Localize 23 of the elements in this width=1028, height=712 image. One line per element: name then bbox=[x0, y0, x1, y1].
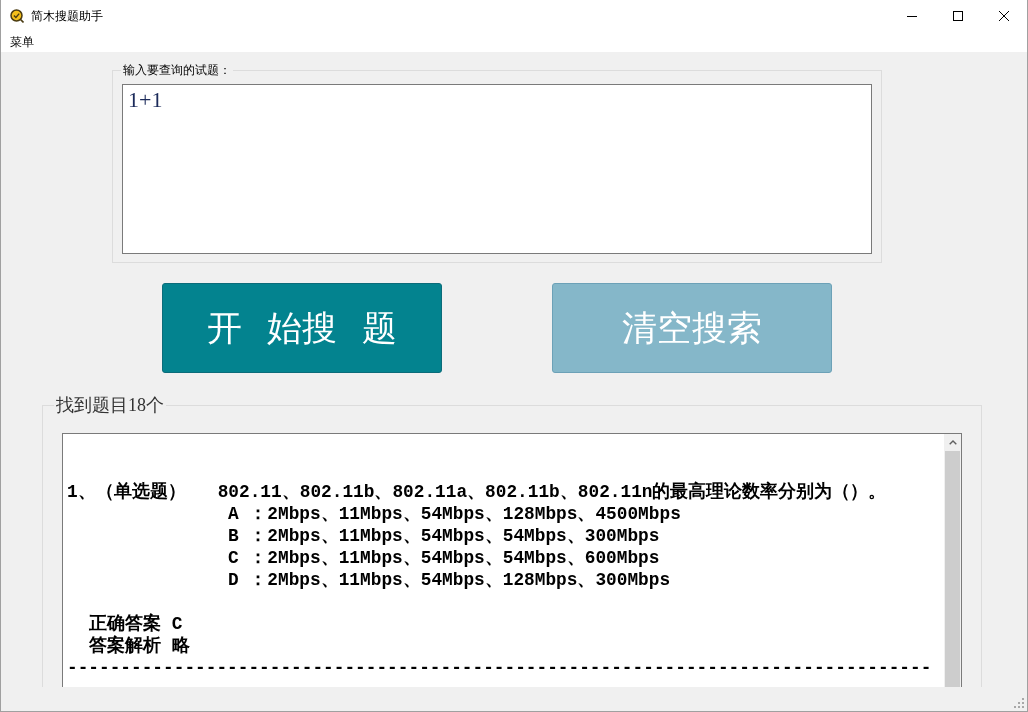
results-field[interactable] bbox=[62, 433, 962, 687]
dashed-separator: --------------------------------------------------------------------------------- bbox=[67, 657, 932, 679]
option-text: D ：2Mbps、11Mbps、54Mbps、128Mbps、300Mbps bbox=[227, 569, 671, 591]
question-text: 1、（单选题） 802.11、802.11b、802.11a、802.11b、802.11n的最高理论数率分别为（）。 bbox=[67, 481, 887, 503]
minimize-icon[interactable] bbox=[907, 15, 917, 17]
results-count-label: 找到题目18个 bbox=[55, 394, 165, 417]
maximize-icon[interactable] bbox=[953, 11, 963, 21]
option-text: A ：2Mbps、11Mbps、54Mbps、128Mbps、4500Mbps bbox=[227, 503, 681, 525]
option-text: C ：2Mbps、11Mbps、54Mbps、54Mbps、600Mbps bbox=[227, 547, 660, 569]
answer-text: 答案解析 略 bbox=[88, 635, 190, 657]
scrollbar-thumb[interactable] bbox=[945, 451, 960, 687]
close-icon[interactable] bbox=[999, 11, 1009, 21]
check-circle-icon bbox=[10, 9, 24, 23]
menu-item[interactable]: 菜单 bbox=[4, 33, 40, 51]
option-text: B ：2Mbps、11Mbps、54Mbps、54Mbps、300Mbps bbox=[227, 525, 660, 547]
chevron-up-icon[interactable] bbox=[948, 440, 957, 445]
window-title: 简木搜题助手 bbox=[31, 8, 103, 24]
query-field[interactable]: 1+1 bbox=[122, 84, 872, 254]
resize-grip-icon[interactable] bbox=[1014, 698, 1024, 708]
search-button[interactable]: 开 始搜 题 bbox=[162, 283, 442, 373]
scrollbar-track[interactable] bbox=[944, 434, 961, 687]
answer-text: 正确答案 C bbox=[88, 613, 183, 635]
query-label: 输入要查询的试题： bbox=[122, 62, 232, 78]
